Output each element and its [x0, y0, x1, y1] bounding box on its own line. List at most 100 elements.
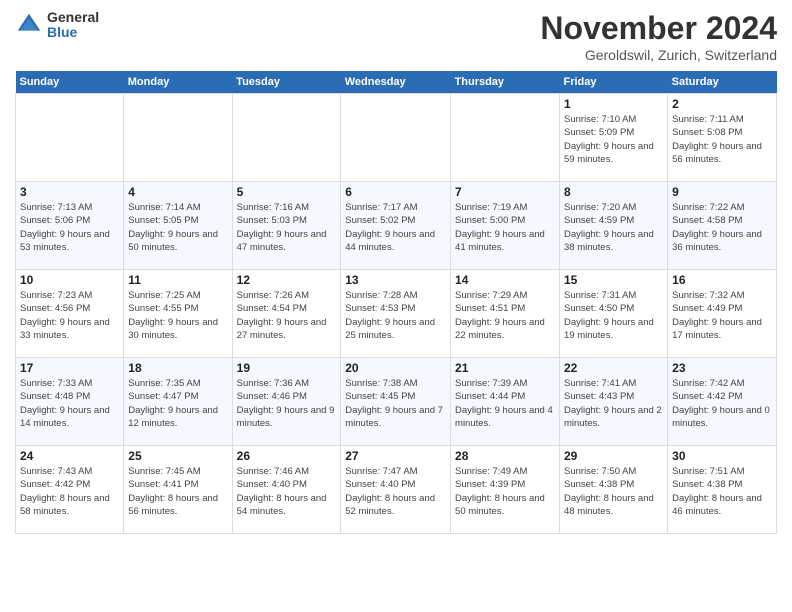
day-info: Sunrise: 7:38 AM Sunset: 4:45 PM Dayligh… — [345, 377, 446, 430]
day-info: Sunrise: 7:46 AM Sunset: 4:40 PM Dayligh… — [237, 465, 337, 518]
day-number: 6 — [345, 185, 446, 199]
day-number: 18 — [128, 361, 227, 375]
day-number: 12 — [237, 273, 337, 287]
day-number: 21 — [455, 361, 555, 375]
day-number: 29 — [564, 449, 663, 463]
day-info: Sunrise: 7:26 AM Sunset: 4:54 PM Dayligh… — [237, 289, 337, 342]
calendar-cell: 23 Sunrise: 7:42 AM Sunset: 4:42 PM Dayli… — [668, 358, 777, 446]
day-number: 15 — [564, 273, 663, 287]
header: General Blue November 2024 Geroldswil, Z… — [15, 10, 777, 63]
calendar-cell: 21 Sunrise: 7:39 AM Sunset: 4:44 PM Dayli… — [451, 358, 560, 446]
day-info: Sunrise: 7:28 AM Sunset: 4:53 PM Dayligh… — [345, 289, 446, 342]
calendar-cell: 27 Sunrise: 7:47 AM Sunset: 4:40 PM Dayli… — [341, 446, 451, 534]
calendar-cell: 24 Sunrise: 7:43 AM Sunset: 4:42 PM Dayli… — [16, 446, 124, 534]
day-number: 24 — [20, 449, 119, 463]
day-number: 10 — [20, 273, 119, 287]
day-number: 26 — [237, 449, 337, 463]
day-number: 3 — [20, 185, 119, 199]
logo-general: General — [47, 10, 99, 25]
day-number: 2 — [672, 97, 772, 111]
day-number: 1 — [564, 97, 663, 111]
day-number: 4 — [128, 185, 227, 199]
calendar-cell: 15 Sunrise: 7:31 AM Sunset: 4:50 PM Dayli… — [560, 270, 668, 358]
day-info: Sunrise: 7:42 AM Sunset: 4:42 PM Dayligh… — [672, 377, 772, 430]
day-number: 28 — [455, 449, 555, 463]
day-number: 17 — [20, 361, 119, 375]
day-info: Sunrise: 7:19 AM Sunset: 5:00 PM Dayligh… — [455, 201, 555, 254]
calendar-cell — [16, 94, 124, 182]
calendar-cell: 4 Sunrise: 7:14 AM Sunset: 5:05 PM Daylig… — [124, 182, 232, 270]
calendar-cell: 9Sunrise: 7:22 AM Sunset: 4:58 PM Daylig… — [668, 182, 777, 270]
calendar-week-row: 17 Sunrise: 7:33 AM Sunset: 4:48 PM Dayli… — [16, 358, 777, 446]
location-subtitle: Geroldswil, Zurich, Switzerland — [540, 47, 777, 63]
logo-text: General Blue — [47, 10, 99, 41]
calendar-week-row: 10 Sunrise: 7:23 AM Sunset: 4:56 PM Dayli… — [16, 270, 777, 358]
day-number: 7 — [455, 185, 555, 199]
calendar-cell — [451, 94, 560, 182]
calendar-cell: 6 Sunrise: 7:17 AM Sunset: 5:02 PM Daylig… — [341, 182, 451, 270]
day-number: 8 — [564, 185, 663, 199]
month-title: November 2024 — [540, 10, 777, 47]
day-number: 20 — [345, 361, 446, 375]
day-info: Sunrise: 7:17 AM Sunset: 5:02 PM Dayligh… — [345, 201, 446, 254]
calendar-cell: 12 Sunrise: 7:26 AM Sunset: 4:54 PM Dayli… — [232, 270, 341, 358]
calendar-header-row: SundayMondayTuesdayWednesdayThursdayFrid… — [16, 71, 777, 94]
calendar-cell: 25 Sunrise: 7:45 AM Sunset: 4:41 PM Dayli… — [124, 446, 232, 534]
day-info: Sunrise: 7:13 AM Sunset: 5:06 PM Dayligh… — [20, 201, 119, 254]
day-info: Sunrise: 7:11 AM Sunset: 5:08 PM Dayligh… — [672, 113, 772, 166]
day-info: Sunrise: 7:14 AM Sunset: 5:05 PM Dayligh… — [128, 201, 227, 254]
day-number: 25 — [128, 449, 227, 463]
calendar-cell — [341, 94, 451, 182]
calendar-cell: 7 Sunrise: 7:19 AM Sunset: 5:00 PM Daylig… — [451, 182, 560, 270]
day-info: Sunrise: 7:10 AM Sunset: 5:09 PM Dayligh… — [564, 113, 663, 166]
day-number: 13 — [345, 273, 446, 287]
day-info: Sunrise: 7:33 AM Sunset: 4:48 PM Dayligh… — [20, 377, 119, 430]
calendar-cell: 20 Sunrise: 7:38 AM Sunset: 4:45 PM Dayli… — [341, 358, 451, 446]
calendar-weekday-tuesday: Tuesday — [232, 71, 341, 94]
calendar-cell: 8 Sunrise: 7:20 AM Sunset: 4:59 PM Daylig… — [560, 182, 668, 270]
day-info: Sunrise: 7:47 AM Sunset: 4:40 PM Dayligh… — [345, 465, 446, 518]
day-number: 9 — [672, 185, 772, 199]
calendar-week-row: 24 Sunrise: 7:43 AM Sunset: 4:42 PM Dayli… — [16, 446, 777, 534]
day-info: Sunrise: 7:16 AM Sunset: 5:03 PM Dayligh… — [237, 201, 337, 254]
day-info: Sunrise: 7:23 AM Sunset: 4:56 PM Dayligh… — [20, 289, 119, 342]
day-info: Sunrise: 7:41 AM Sunset: 4:43 PM Dayligh… — [564, 377, 663, 430]
day-info: Sunrise: 7:25 AM Sunset: 4:55 PM Dayligh… — [128, 289, 227, 342]
day-number: 16 — [672, 273, 772, 287]
logo-blue: Blue — [47, 25, 99, 40]
calendar-cell: 11 Sunrise: 7:25 AM Sunset: 4:55 PM Dayli… — [124, 270, 232, 358]
day-number: 19 — [237, 361, 337, 375]
day-info: Sunrise: 7:43 AM Sunset: 4:42 PM Dayligh… — [20, 465, 119, 518]
calendar-cell: 1 Sunrise: 7:10 AM Sunset: 5:09 PM Daylig… — [560, 94, 668, 182]
calendar-week-row: 3 Sunrise: 7:13 AM Sunset: 5:06 PM Daylig… — [16, 182, 777, 270]
day-number: 23 — [672, 361, 772, 375]
calendar-cell: 22Sunrise: 7:41 AM Sunset: 4:43 PM Dayli… — [560, 358, 668, 446]
calendar-weekday-friday: Friday — [560, 71, 668, 94]
calendar-cell: 3 Sunrise: 7:13 AM Sunset: 5:06 PM Daylig… — [16, 182, 124, 270]
calendar-weekday-wednesday: Wednesday — [341, 71, 451, 94]
calendar-weekday-thursday: Thursday — [451, 71, 560, 94]
day-info: Sunrise: 7:31 AM Sunset: 4:50 PM Dayligh… — [564, 289, 663, 342]
page-container: General Blue November 2024 Geroldswil, Z… — [0, 0, 792, 544]
day-info: Sunrise: 7:50 AM Sunset: 4:38 PM Dayligh… — [564, 465, 663, 518]
day-number: 5 — [237, 185, 337, 199]
logo: General Blue — [15, 10, 99, 41]
day-info: Sunrise: 7:39 AM Sunset: 4:44 PM Dayligh… — [455, 377, 555, 430]
calendar-weekday-monday: Monday — [124, 71, 232, 94]
day-info: Sunrise: 7:20 AM Sunset: 4:59 PM Dayligh… — [564, 201, 663, 254]
calendar-table: SundayMondayTuesdayWednesdayThursdayFrid… — [15, 71, 777, 534]
calendar-cell — [232, 94, 341, 182]
calendar-cell: 14Sunrise: 7:29 AM Sunset: 4:51 PM Dayli… — [451, 270, 560, 358]
calendar-cell: 18Sunrise: 7:35 AM Sunset: 4:47 PM Dayli… — [124, 358, 232, 446]
calendar-cell: 28Sunrise: 7:49 AM Sunset: 4:39 PM Dayli… — [451, 446, 560, 534]
calendar-cell — [124, 94, 232, 182]
calendar-cell: 19Sunrise: 7:36 AM Sunset: 4:46 PM Dayli… — [232, 358, 341, 446]
logo-icon — [15, 11, 43, 39]
day-number: 27 — [345, 449, 446, 463]
day-info: Sunrise: 7:29 AM Sunset: 4:51 PM Dayligh… — [455, 289, 555, 342]
calendar-weekday-sunday: Sunday — [16, 71, 124, 94]
day-number: 11 — [128, 273, 227, 287]
title-section: November 2024 Geroldswil, Zurich, Switze… — [540, 10, 777, 63]
day-info: Sunrise: 7:45 AM Sunset: 4:41 PM Dayligh… — [128, 465, 227, 518]
calendar-cell: 26 Sunrise: 7:46 AM Sunset: 4:40 PM Dayli… — [232, 446, 341, 534]
